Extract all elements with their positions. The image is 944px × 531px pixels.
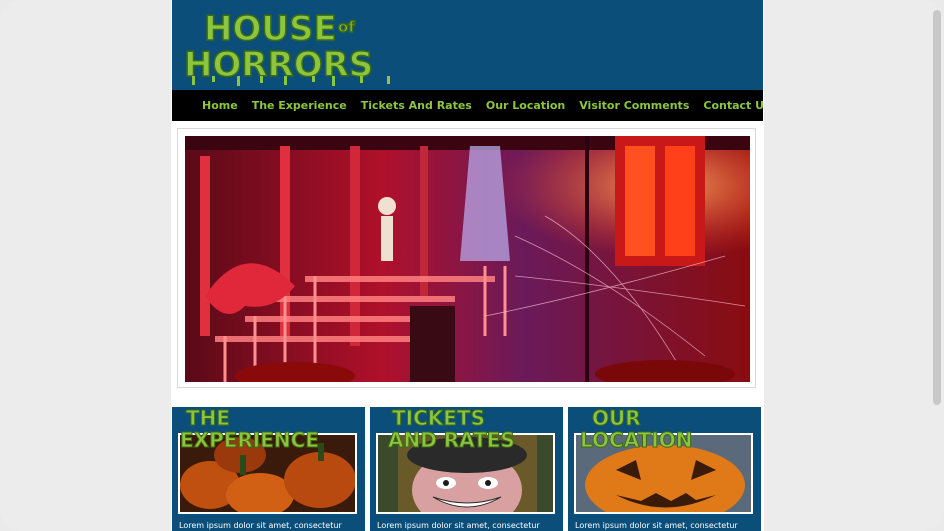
hero-banner [177,128,756,388]
panel-title-our-location: OUR LOCATION [574,407,754,457]
panel-our-location[interactable]: OUR LOCATION Lorem ipsum dolor sit amet,… [568,407,761,531]
hero-image-haunted-porch [185,136,750,382]
svg-text:AND RATES: AND RATES [388,428,515,452]
panel-tickets-and-rates[interactable]: TICKETS AND RATES Lorem ipsum dolor sit … [370,407,563,531]
nav-home[interactable]: Home [202,99,238,112]
nav-visitor-comments[interactable]: Visitor Comments [579,99,689,112]
nav-the-experience[interactable]: The Experience [252,99,347,112]
site-header: HOUSE of HORRORS [172,0,763,90]
svg-text:TICKETS: TICKETS [392,407,485,430]
panel-the-experience[interactable]: THE EXPERIENCE Lorem ipsum dolor sit ame… [172,407,365,531]
panel-text-the-experience: Lorem ipsum dolor sit amet, consectetur [179,521,342,530]
panel-title-tickets-and-rates: TICKETS AND RATES [376,407,556,457]
svg-text:EXPERIENCE: EXPERIENCE [180,428,319,452]
nav-tickets-and-rates[interactable]: Tickets And Rates [361,99,472,112]
panel-title-the-experience: THE EXPERIENCE [178,407,358,457]
svg-text:THE: THE [186,407,230,430]
panel-text-our-location: Lorem ipsum dolor sit amet, consectetur [575,521,738,530]
logo-word-house: HOUSE [204,9,337,49]
nav-our-location[interactable]: Our Location [486,99,565,112]
svg-text:LOCATION: LOCATION [580,428,692,452]
svg-text:OUR: OUR [592,407,641,430]
nav-contact-us[interactable]: Contact Us [703,99,764,112]
logo-word-of: of [338,18,355,36]
web-page: HOUSE of HORRORS Home The Experience Tic… [171,0,764,531]
site-logo[interactable]: HOUSE of HORRORS [182,6,407,86]
main-navigation: Home The Experience Tickets And Rates Ou… [172,90,764,121]
panel-text-tickets-and-rates: Lorem ipsum dolor sit amet, consectetur [377,521,540,530]
scrollbar[interactable] [933,10,941,405]
